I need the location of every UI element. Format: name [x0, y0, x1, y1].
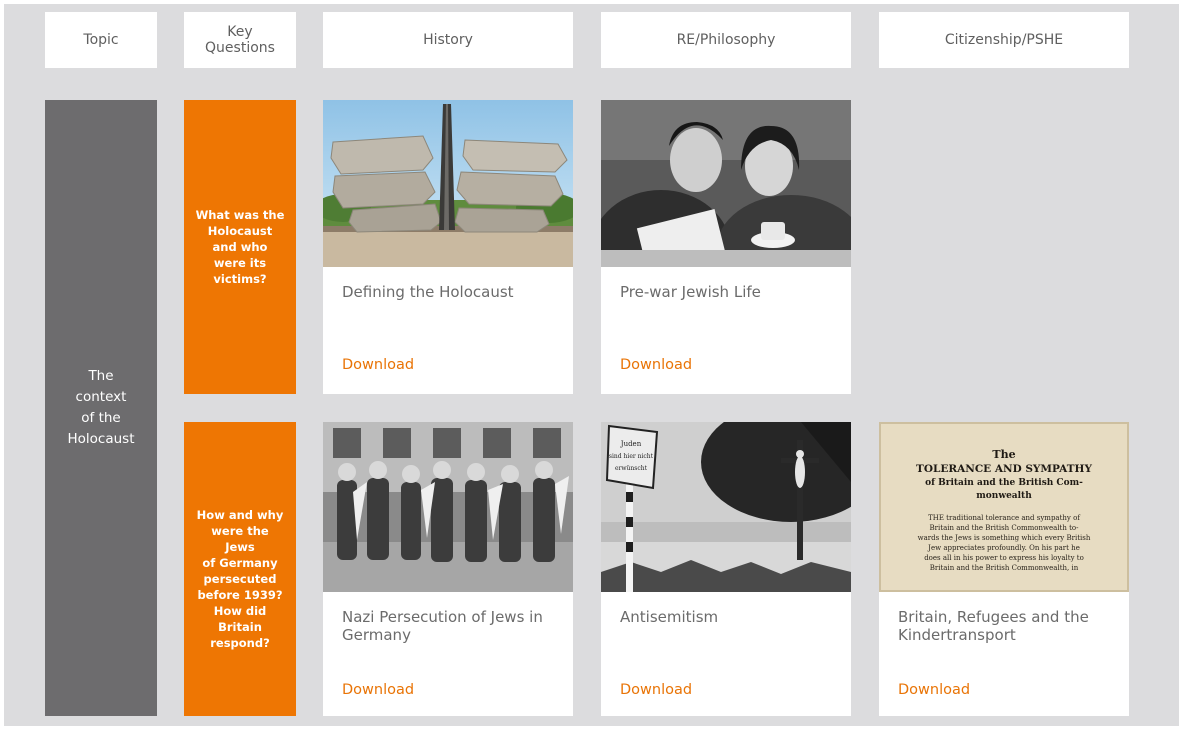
header-topic: Topic	[45, 12, 157, 68]
clipping-body: Jew appreciates profoundly. On his part …	[927, 544, 1080, 552]
card-title: Defining the Holocaust	[342, 283, 514, 301]
sign-and-crucifix-photo: Juden sind hier nicht erwünscht	[601, 422, 851, 592]
sign-text: Juden	[620, 440, 642, 448]
clipping-heading: The	[992, 448, 1015, 461]
download-link[interactable]: Download	[898, 682, 970, 698]
header-topic-label: Topic	[83, 32, 119, 48]
card-pre-war-jewish-life[interactable]: Pre-war Jewish Life Download	[601, 100, 851, 394]
card-title: Nazi Persecution of Jews in Germany	[342, 608, 543, 644]
clipping-body: Britain and the British Commonwealth, in	[930, 564, 1079, 572]
clipping-body: THE traditional tolerance and sympathy o…	[928, 514, 1081, 522]
header-citizenship-label: Citizenship/PSHE	[944, 32, 1064, 48]
clipping-heading: TOLERANCE AND SYMPATHY	[916, 463, 1092, 475]
card-antisemitism[interactable]: Juden sind hier nicht erwünscht Antisemi…	[601, 422, 851, 716]
clipping-body: wards the Jews is something which every …	[918, 534, 1091, 542]
header-history: History	[323, 12, 573, 68]
card-title: Antisemitism	[620, 608, 719, 626]
header-re-philosophy: RE/Philosophy	[601, 12, 851, 68]
card-title: Britain, Refugees and the Kindertranspor…	[898, 608, 1089, 644]
key-question-1-text: What was the Holocaust and who were its …	[195, 208, 285, 286]
clipping-heading: monwealth	[976, 491, 1032, 501]
card-defining-the-holocaust[interactable]: Defining the Holocaust Download	[323, 100, 573, 394]
key-question-1: What was the Holocaust and who were its …	[184, 100, 296, 394]
topic-label: The context of the Holocaust	[67, 368, 135, 447]
card-title: Pre-war Jewish Life	[620, 283, 761, 301]
download-link[interactable]: Download	[342, 357, 414, 373]
card-nazi-persecution[interactable]: Nazi Persecution of Jews in Germany Down…	[323, 422, 573, 716]
sign-text: sind hier nicht	[609, 453, 654, 460]
couple-cafe-photo	[601, 100, 851, 267]
sign-text: erwünscht	[615, 465, 648, 472]
clipping-heading: of Britain and the British Com-	[925, 478, 1083, 488]
clipping-body: Britain and the British Commonwealth to-	[930, 524, 1080, 532]
topic-column: The context of the Holocaust	[45, 100, 157, 716]
clipping-body: does all in his power to express his loy…	[924, 554, 1084, 562]
download-link[interactable]: Download	[620, 682, 692, 698]
header-re-philosophy-label: RE/Philosophy	[676, 32, 776, 48]
newspaper-clipping: The TOLERANCE AND SYMPATHY of Britain an…	[879, 422, 1129, 592]
header-citizenship: Citizenship/PSHE	[879, 12, 1129, 68]
key-question-2: How and why were the Jews of Germany per…	[184, 422, 296, 716]
card-britain-refugees[interactable]: The TOLERANCE AND SYMPATHY of Britain an…	[879, 422, 1129, 716]
download-link[interactable]: Download	[620, 357, 692, 373]
download-link[interactable]: Download	[342, 682, 414, 698]
header-key-questions-label: Key Questions	[205, 24, 275, 56]
memorial-sculpture-photo	[323, 100, 573, 267]
schoolchildren-photo	[323, 422, 573, 592]
header-history-label: History	[423, 32, 473, 48]
header-key-questions: Key Questions	[184, 12, 296, 68]
key-question-2-text: How and why were the Jews of Germany per…	[196, 508, 284, 650]
